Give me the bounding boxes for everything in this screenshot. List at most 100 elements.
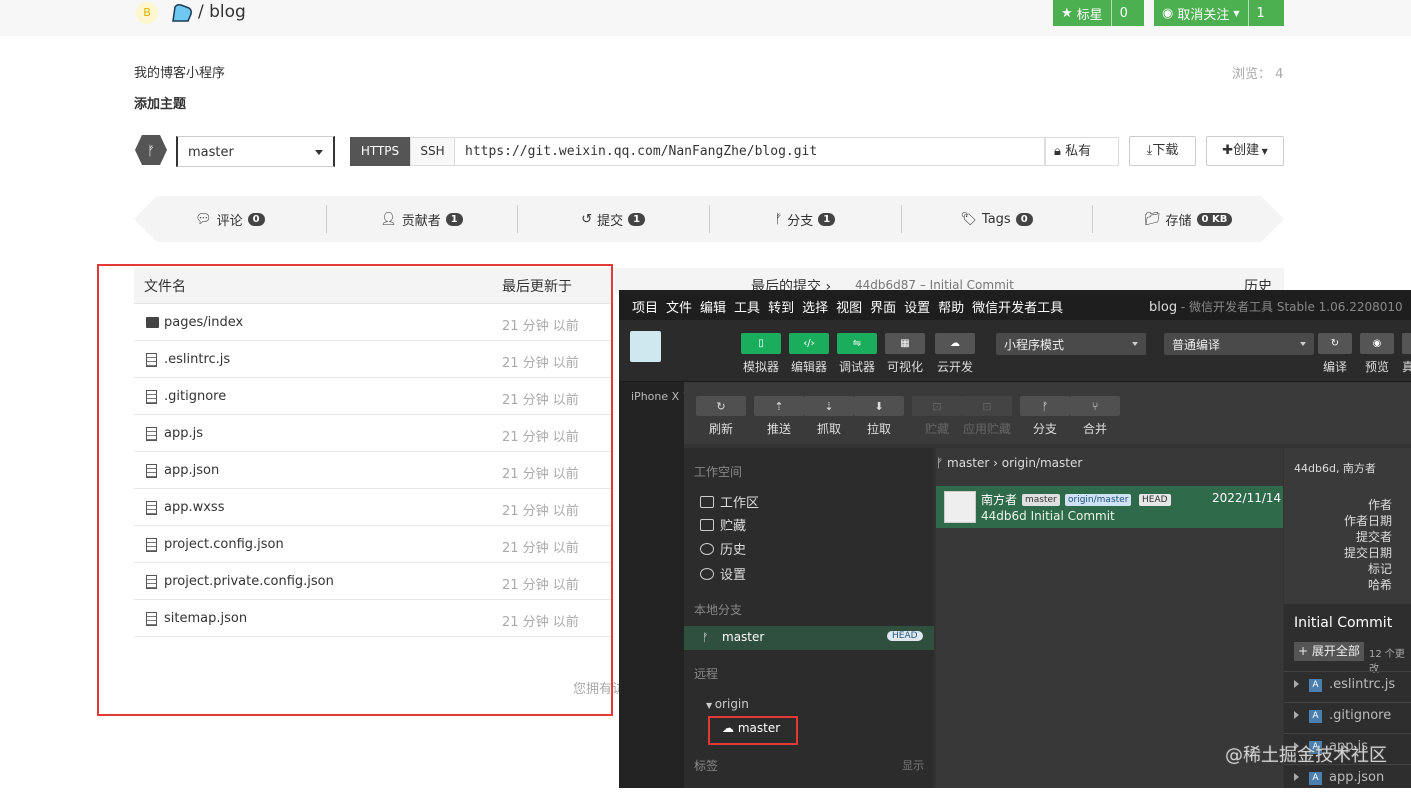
compile-select[interactable]: 普通编译 (1164, 333, 1314, 355)
mode-select[interactable]: 小程序模式 (996, 333, 1146, 355)
ssh-tab[interactable]: SSH (410, 137, 455, 166)
eye-icon: ◉ (1162, 5, 1174, 21)
branch-icon: ᚠ (936, 456, 948, 470)
local-branch-label: master (722, 630, 765, 644)
commit-tag-head: HEAD (1139, 494, 1171, 506)
tag-icon: 🏷︎ (960, 211, 977, 227)
code-icon: ‹/› (789, 333, 829, 354)
pull-icon: ⬇ (854, 396, 904, 416)
added-status-icon: A (1309, 679, 1322, 692)
repo-description: 我的博客小程序 (134, 66, 226, 81)
menu-help[interactable]: 帮助 (938, 297, 964, 316)
tool-label: 可视化 (886, 360, 923, 374)
stat-comments[interactable]: 💬︎ 评论 0 (134, 196, 326, 242)
add-topic-link[interactable]: 添加主题 (134, 93, 186, 112)
devtools-menu-list: 项目 文件 编辑 工具 转到 选择 视图 界面 设置 帮助 微信开发者工具 (632, 297, 1063, 316)
git-merge-button[interactable]: ⑂ 合并 (1070, 396, 1120, 437)
tags-show-toggle[interactable]: 显示 (902, 757, 924, 773)
workspace-section-title: 工作空间 (694, 465, 743, 479)
commit-tag-master: master (1022, 494, 1060, 506)
simulator-toggle[interactable]: ▯ 模拟器 (741, 333, 781, 375)
git-push-button[interactable]: ⇡ 推送 (754, 396, 804, 437)
sidebar-item-workspace[interactable]: 工作区 (700, 492, 759, 511)
menu-select[interactable]: 选择 (802, 297, 828, 316)
gear-icon (700, 567, 714, 580)
https-tab[interactable]: HTTPS (350, 137, 410, 166)
menu-file[interactable]: 文件 (666, 297, 692, 316)
menu-goto[interactable]: 转到 (768, 297, 794, 316)
repo-stats-bar: 💬︎ 评论 0 👤︎ 贡献者 1 ↺ 提交 1 ᚠ 分支 1 🏷︎ Tags 0 📁︎ 存储 0 KB (134, 196, 1284, 242)
sidebar-item-stash[interactable]: 贮藏 (700, 515, 746, 534)
stat-label: 评论 (216, 213, 243, 229)
create-button[interactable]: ✚创建 ▼ (1206, 136, 1284, 166)
menu-edit[interactable]: 编辑 (700, 297, 726, 316)
owner-avatar[interactable]: B (136, 2, 158, 24)
git-tool-label: 贮藏 (924, 422, 949, 436)
git-pull-button[interactable]: ⬇ 拉取 (854, 396, 904, 437)
detail-label-committer: 提交者 (1355, 530, 1392, 544)
sidebar-item-label: 工作区 (720, 496, 760, 511)
branch-icon: ᚠ (774, 211, 783, 227)
menu-interface[interactable]: 界面 (870, 297, 896, 316)
user-avatar[interactable] (630, 331, 661, 362)
repo-path[interactable]: / blog (198, 2, 246, 22)
stat-commits[interactable]: ↺ 提交 1 (517, 196, 709, 242)
debugger-toggle[interactable]: ⇋ 调试器 (837, 333, 877, 375)
compile-button[interactable]: ↻ 编译 (1318, 333, 1352, 375)
menu-project[interactable]: 项目 (632, 297, 658, 316)
stat-storage[interactable]: 📁︎ 存储 0 KB (1092, 196, 1284, 242)
stat-label: 提交 (597, 213, 624, 229)
menu-tools[interactable]: 工具 (734, 297, 760, 316)
commit-list-branch-label: master › origin/master (947, 456, 1083, 470)
changed-file-row[interactable]: Aapp.json (1284, 764, 1411, 794)
fetch-icon: ⇣ (804, 396, 854, 416)
layout-icon: ▦ (885, 333, 925, 354)
stat-label: 贡献者 (401, 213, 441, 229)
sidebar-item-history[interactable]: 历史 (700, 539, 746, 558)
menu-view[interactable]: 视图 (836, 297, 862, 316)
preview-button[interactable]: ◉ 预览 (1360, 333, 1394, 375)
stat-contributors[interactable]: 👤︎ 贡献者 1 (325, 196, 518, 242)
caret-down-icon: ▼ (1259, 147, 1268, 156)
changed-file-row[interactable]: A .gitignore (1284, 702, 1411, 732)
stat-label: 分支 (787, 213, 814, 229)
remote-origin-label: origin (714, 697, 749, 711)
commit-tag-origin-master: origin/master (1065, 494, 1132, 506)
git-stash-button[interactable]: ⊡ 贮藏 (912, 396, 962, 437)
chevron-down-icon (1300, 342, 1306, 346)
git-branch-button[interactable]: ᚠ 分支 (1020, 396, 1070, 437)
unwatch-button[interactable]: ◉ 取消关注 ▼ 1 (1154, 0, 1284, 26)
highlight-box-remote (708, 716, 798, 745)
commit-detail-header: 44db6d, 南方者 (1294, 462, 1376, 475)
git-apply-stash-button[interactable]: ⊡ 应用贮藏 (962, 396, 1012, 437)
menu-wechat-devtools[interactable]: 微信开发者工具 (972, 297, 1063, 316)
remote-origin[interactable]: ▼ origin (706, 697, 749, 711)
editor-toggle[interactable]: ‹/› 编辑器 (789, 333, 829, 375)
sidebar-item-settings[interactable]: 设置 (700, 564, 746, 583)
star-button[interactable]: ★ 标星 0 (1053, 0, 1144, 26)
remote-section-title: 远程 (694, 667, 719, 681)
stat-branches[interactable]: ᚠ 分支 1 (709, 196, 901, 242)
stat-tags[interactable]: 🏷︎ Tags 0 (900, 196, 1093, 242)
clone-url-input[interactable]: https://git.weixin.qq.com/NanFangZhe/blo… (455, 137, 1045, 166)
watermark: @稀土掘金技术社区 (1225, 745, 1387, 766)
download-button[interactable]: ⤓下载 (1129, 136, 1196, 166)
sidebar-item-label: 贮藏 (720, 519, 747, 534)
expand-all-button[interactable]: + 展开全部 (1294, 642, 1364, 661)
device-label[interactable]: iPhone X 1 (631, 390, 690, 403)
git-refresh-button[interactable]: ↻ 刷新 (696, 396, 746, 437)
private-label: 私有 (1065, 144, 1092, 159)
changed-file-name: .gitignore (1329, 708, 1392, 723)
branch-select[interactable]: master (176, 136, 335, 167)
cloud-dev-button[interactable]: ☁ 云开发 (935, 333, 975, 375)
local-branches-title: 本地分支 (694, 603, 743, 617)
tags-section-title: 标签 (694, 759, 719, 773)
real-device-button[interactable]: 真 (1402, 333, 1411, 375)
visual-toggle[interactable]: ▦ 可视化 (885, 333, 925, 375)
git-fetch-button[interactable]: ⇣ 抓取 (804, 396, 854, 437)
changed-file-row[interactable]: A .eslintrc.js (1284, 671, 1411, 701)
debug-icon: ⇋ (837, 333, 877, 354)
menu-settings[interactable]: 设置 (904, 297, 930, 316)
git-tool-label: 推送 (766, 422, 791, 436)
phone-icon: ▯ (741, 333, 781, 354)
